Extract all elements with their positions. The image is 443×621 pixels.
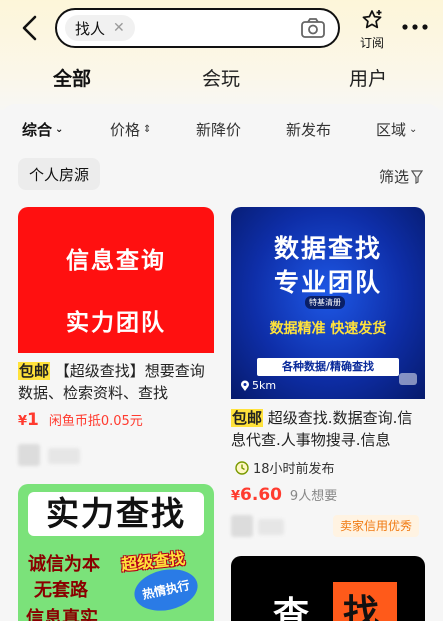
camera-icon[interactable] <box>300 17 326 39</box>
price-value: 1 <box>27 410 39 430</box>
chevron-down-icon: ⌄ <box>409 124 418 135</box>
image-text: 数据精准 快速发货 <box>269 321 387 337</box>
free-shipping-badge: 包邮 <box>231 409 264 427</box>
image-text: 专业团队 <box>273 268 382 297</box>
tab-play[interactable]: 会玩 <box>202 64 240 91</box>
image-text: 诚信为本 <box>28 554 100 575</box>
subscribe-button[interactable]: 订阅 <box>354 8 390 51</box>
seller-avatar[interactable] <box>231 515 253 537</box>
filter-price-drop[interactable]: 新降价 <box>196 119 241 140</box>
image-brand: 特基清册 <box>305 296 345 309</box>
funnel-icon <box>411 169 424 184</box>
image-text: 无套路 <box>34 580 88 601</box>
listing-price: ¥1 闲鱼币抵0.05元 <box>18 410 143 430</box>
tab-all[interactable]: 全部 <box>50 64 94 91</box>
price-value: 6.60 <box>240 485 282 505</box>
image-text: 找 <box>343 593 380 621</box>
image-text: 数据查找 <box>273 234 382 263</box>
image-text: 实力团队 <box>66 310 166 336</box>
distance-label: 5km <box>240 379 276 392</box>
top-bar: 找人 ✕ 订阅 全部 会玩 用户 <box>0 0 443 110</box>
listing-title[interactable]: 包邮 【超级查找】想要查询数据、检索资料、查找 <box>18 360 214 404</box>
filter-new[interactable]: 新发布 <box>286 119 331 140</box>
seller-name <box>258 519 284 535</box>
price-note: 闲鱼币抵0.05元 <box>48 414 143 429</box>
image-text: 实力查找 <box>28 492 204 536</box>
image-text: 查 <box>273 595 310 621</box>
seller-name <box>48 448 80 464</box>
filter-region[interactable]: 区域 ⌄ <box>376 119 417 140</box>
clear-icon[interactable]: ✕ <box>113 20 125 36</box>
filter-price-label: 价格 <box>110 121 141 139</box>
search-box[interactable]: 找人 ✕ <box>55 8 340 48</box>
listing-image[interactable]: 查 找 <box>231 556 425 621</box>
currency-symbol: ¥ <box>231 489 241 504</box>
clock-icon <box>235 460 249 475</box>
chevron-down-icon: ⌄ <box>55 124 64 135</box>
seller-credit-badge: 卖家信用优秀 <box>333 515 420 537</box>
free-shipping-badge: 包邮 <box>18 362 51 380</box>
image-text: 信息查询 <box>66 248 166 274</box>
filter-price[interactable]: 价格 ⇕ <box>110 119 151 140</box>
publish-time-text: 18小时前发布 <box>253 462 335 477</box>
listing-image[interactable]: 实力查找 诚信为本 无套路 信息真实 超级查找 热情执行 <box>18 484 214 621</box>
sort-filter-bar: 综合 ⌄ 价格 ⇕ 新降价 新发布 区域 ⌄ <box>0 116 443 142</box>
listing-price: ¥6.60 9人想要 <box>231 485 337 505</box>
tag-personal-listing[interactable]: 个人房源 <box>18 158 100 190</box>
distance-text: 5km <box>252 379 277 392</box>
listing-image[interactable]: 数据查找 专业团队 特基清册 数据精准 快速发货 各种数据/精确查找 5km <box>231 207 425 399</box>
filter-comprehensive[interactable]: 综合 ⌄ <box>22 119 63 140</box>
seller-avatar[interactable] <box>18 444 40 466</box>
back-arrow-icon[interactable] <box>18 14 42 42</box>
currency-symbol: ¥ <box>18 414 28 429</box>
search-query-text: 找人 <box>75 19 106 38</box>
subscribe-label: 订阅 <box>359 36 384 50</box>
filter-button[interactable]: 筛选 <box>379 166 424 187</box>
filter-comprehensive-label: 综合 <box>22 121 53 139</box>
location-pin-icon <box>241 380 249 391</box>
tab-users[interactable]: 用户 <box>349 64 387 91</box>
sort-arrows-icon: ⇕ <box>143 124 152 135</box>
wants-count: 9人想要 <box>289 489 338 504</box>
listing-title[interactable]: 包邮 超级查找.数据查询.信息代查.人事物搜寻.信息 <box>231 407 427 451</box>
more-icon[interactable] <box>400 20 430 34</box>
corner-badge <box>399 373 417 385</box>
publish-time: 18小时前发布 <box>235 458 335 477</box>
star-plus-icon <box>362 10 382 29</box>
listing-image[interactable]: 信息查询 实力团队 <box>18 207 214 353</box>
image-text: 各种数据/精确查找 <box>257 358 399 376</box>
search-query-chip[interactable]: 找人 ✕ <box>65 15 135 41</box>
tab-bar: 全部 会玩 用户 <box>0 64 443 100</box>
filter-region-label: 区域 <box>376 121 407 139</box>
filter-button-label: 筛选 <box>379 168 410 186</box>
image-text: 信息真实 <box>26 608 98 621</box>
